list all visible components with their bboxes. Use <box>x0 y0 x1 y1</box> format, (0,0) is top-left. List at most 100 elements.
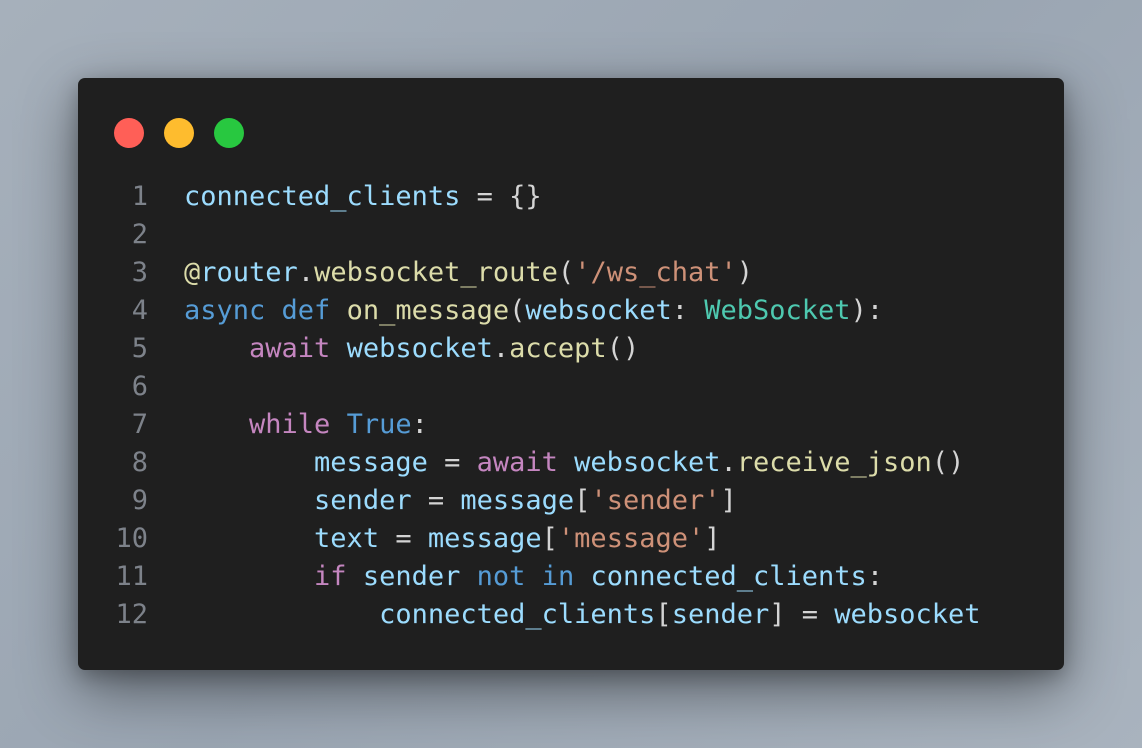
code-token: message <box>427 523 542 554</box>
code-line: 12 connected_clients[sender] = websocket <box>78 596 1064 634</box>
code-token: sender <box>314 485 412 516</box>
line-source: while True: <box>184 406 428 444</box>
code-line: 6 <box>78 368 1064 406</box>
code-token: message <box>460 485 575 516</box>
code-token: ] = <box>769 599 835 630</box>
code-token: [ <box>541 523 558 554</box>
line-source: text = message['message'] <box>184 520 721 558</box>
line-number: 3 <box>131 257 148 288</box>
code-token: [ <box>655 599 672 630</box>
code-window: 1 connected_clients = {} 2 3 @router.websock… <box>78 78 1064 670</box>
line-number: 8 <box>131 447 148 478</box>
line-source: sender = message['sender'] <box>184 482 737 520</box>
code-token: ( <box>557 257 575 288</box>
line-source: message = await websocket.receive_json() <box>184 444 964 482</box>
line-source: connected_clients[sender] = websocket <box>184 596 981 634</box>
code-token: not <box>476 561 526 592</box>
line-number: 7 <box>131 409 148 440</box>
code-line: 10 text = message['message'] <box>78 520 1064 558</box>
code-token: websocket <box>346 333 493 364</box>
code-token: connected_clients <box>590 561 867 592</box>
code-token: router <box>200 257 298 288</box>
line-number: 6 <box>131 371 148 402</box>
code-token: websocket_route <box>314 257 558 288</box>
code-token: () <box>931 447 965 478</box>
code-token: 'message' <box>557 523 705 554</box>
line-number: 5 <box>131 333 148 364</box>
code-token: websocket <box>525 295 672 326</box>
line-number: 1 <box>131 181 148 212</box>
line-source: connected_clients = {} <box>184 178 542 216</box>
code-token: WebSocket <box>704 295 851 326</box>
line-number: 2 <box>131 219 148 250</box>
code-token: websocket <box>574 447 721 478</box>
line-number: 4 <box>131 295 148 326</box>
code-token: ] <box>704 523 721 554</box>
code-line: 2 <box>78 216 1064 254</box>
line-source: await websocket.accept() <box>184 330 639 368</box>
code-token: '/ws_chat' <box>574 257 737 288</box>
line-number: 10 <box>115 523 148 554</box>
line-source: @router.websocket_route('/ws_chat') <box>184 254 753 292</box>
code-token: on_message <box>346 295 510 326</box>
code-token: await <box>476 447 558 478</box>
code-token: message <box>314 447 428 478</box>
code-line: 3 @router.websocket_route('/ws_chat') <box>78 254 1064 292</box>
code-token: . <box>492 333 510 364</box>
code-token: ) <box>736 257 754 288</box>
code-token: () <box>606 333 640 364</box>
code-token: True <box>346 409 412 440</box>
code-token: while <box>249 409 331 440</box>
code-line: 8 message = await websocket.receive_json… <box>78 444 1064 482</box>
maximize-dot-icon <box>214 118 244 148</box>
minimize-dot-icon <box>164 118 194 148</box>
code-token: sender <box>671 599 770 630</box>
code-token: text <box>314 523 380 554</box>
code-line: 11 if sender not in connected_clients: <box>78 558 1064 596</box>
line-number: 11 <box>115 561 148 592</box>
code-token: in <box>541 561 575 592</box>
code-token: = {} <box>460 181 542 212</box>
code-token: [ <box>574 485 591 516</box>
code-token: def <box>281 295 331 326</box>
code-token: if <box>314 561 347 592</box>
code-token: . <box>297 257 315 288</box>
code-token: = <box>411 485 461 516</box>
code-token: receive_json <box>736 447 932 478</box>
code-token: connected_clients <box>379 599 656 630</box>
code-token: = <box>379 523 428 554</box>
code-line: 7 while True: <box>78 406 1064 444</box>
code-token: : <box>671 295 705 326</box>
code-token: ( <box>509 295 526 326</box>
line-number: 12 <box>115 599 148 630</box>
code-token: . <box>720 447 737 478</box>
code-token: = <box>427 447 477 478</box>
code-token: accept <box>509 333 607 364</box>
code-token: : <box>411 409 428 440</box>
code-token: : <box>866 561 884 592</box>
code-line: 5 await websocket.accept() <box>78 330 1064 368</box>
code-line: 9 sender = message['sender'] <box>78 482 1064 520</box>
code-token: ): <box>850 295 884 326</box>
code-line: 1 connected_clients = {} <box>78 178 1064 216</box>
code-line: 4 async def on_message(websocket: WebSock… <box>78 292 1064 330</box>
code-token: 'sender' <box>590 485 721 516</box>
code-token: websocket <box>834 599 981 630</box>
code-token: connected_clients <box>184 181 461 212</box>
line-source: if sender not in connected_clients: <box>184 558 883 596</box>
